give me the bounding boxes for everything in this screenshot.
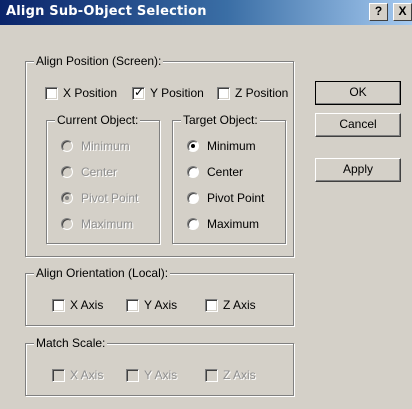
x-position-box[interactable]: [45, 86, 58, 100]
cancel-button[interactable]: Cancel: [315, 113, 401, 137]
match-scale-label: Match Scale:: [34, 336, 108, 350]
current-maximum-radio[interactable]: Maximum: [61, 217, 133, 231]
x-position-checkbox[interactable]: X Position: [45, 86, 117, 100]
align-position-label: Align Position (Screen):: [34, 54, 164, 68]
current-minimum-dot[interactable]: [61, 140, 73, 152]
target-pivot-point-dot[interactable]: [187, 192, 199, 204]
target-minimum-label: Minimum: [207, 139, 256, 153]
scale-y-axis-label: Y Axis: [144, 368, 178, 382]
target-center-radio[interactable]: Center: [187, 165, 243, 179]
orientation-z-axis-box[interactable]: [205, 298, 218, 312]
orientation-x-axis-checkbox[interactable]: X Axis: [52, 298, 103, 312]
target-center-label: Center: [207, 165, 244, 179]
z-position-checkbox[interactable]: Z Position: [217, 86, 288, 100]
scale-y-axis-box[interactable]: [126, 368, 139, 382]
align-orientation-label: Align Orientation (Local):: [34, 266, 171, 280]
target-pivot-point-label: Pivot Point: [207, 191, 265, 205]
target-object-group: Target Object: Minimum Center Pivot Poin…: [172, 113, 286, 244]
close-button[interactable]: X: [393, 3, 412, 21]
current-maximum-dot[interactable]: [61, 218, 73, 230]
current-maximum-label: Maximum: [81, 217, 134, 231]
ok-button[interactable]: OK: [315, 81, 401, 105]
y-position-label: Y Position: [150, 86, 204, 100]
current-pivot-point-label: Pivot Point: [81, 191, 139, 205]
target-minimum-radio[interactable]: Minimum: [187, 139, 256, 153]
scale-z-axis-box[interactable]: [205, 368, 218, 382]
target-object-label: Target Object:: [181, 113, 260, 127]
current-object-label: Current Object:: [55, 113, 141, 127]
current-center-dot[interactable]: [61, 166, 73, 178]
target-maximum-dot[interactable]: [187, 218, 199, 230]
current-pivot-point-dot[interactable]: [61, 192, 73, 204]
current-object-group: Current Object: Minimum Center Pivot Poi…: [46, 113, 160, 244]
orientation-z-axis-label: Z Axis: [223, 298, 256, 312]
target-minimum-dot[interactable]: [187, 140, 199, 152]
current-center-radio[interactable]: Center: [61, 165, 117, 179]
current-pivot-point-radio[interactable]: Pivot Point: [61, 191, 138, 205]
dialog-body: Align Position (Screen): X Position Y Po…: [0, 25, 412, 409]
scale-z-axis-label: Z Axis: [223, 368, 256, 382]
z-position-label: Z Position: [235, 86, 289, 100]
current-center-label: Center: [81, 165, 118, 179]
target-maximum-label: Maximum: [207, 217, 260, 231]
orientation-z-axis-checkbox[interactable]: Z Axis: [205, 298, 256, 312]
align-sub-object-dialog: Align Sub-Object Selection ? X Align Pos…: [0, 0, 412, 409]
y-position-box[interactable]: [132, 85, 145, 100]
target-center-dot[interactable]: [187, 166, 199, 178]
y-position-checkbox[interactable]: Y Position: [132, 85, 204, 100]
target-pivot-point-radio[interactable]: Pivot Point: [187, 191, 264, 205]
orientation-y-axis-checkbox[interactable]: Y Axis: [126, 298, 177, 312]
orientation-x-axis-label: X Axis: [70, 298, 104, 312]
scale-x-axis-label: X Axis: [70, 368, 104, 382]
orientation-x-axis-box[interactable]: [52, 298, 65, 312]
title-bar[interactable]: Align Sub-Object Selection ? X: [0, 0, 412, 25]
orientation-y-axis-box[interactable]: [126, 298, 139, 312]
match-scale-group: Match Scale: X Axis Y Axis Z Axis: [25, 336, 294, 396]
current-minimum-label: Minimum: [81, 139, 130, 153]
align-orientation-group: Align Orientation (Local): X Axis Y Axis…: [25, 266, 294, 326]
scale-x-axis-checkbox[interactable]: X Axis: [52, 368, 103, 382]
target-maximum-radio[interactable]: Maximum: [187, 217, 259, 231]
z-position-box[interactable]: [217, 86, 230, 100]
x-position-label: X Position: [63, 86, 118, 100]
scale-y-axis-checkbox[interactable]: Y Axis: [126, 368, 177, 382]
orientation-y-axis-label: Y Axis: [144, 298, 178, 312]
scale-x-axis-box[interactable]: [52, 368, 65, 382]
current-minimum-radio[interactable]: Minimum: [61, 139, 130, 153]
scale-z-axis-checkbox[interactable]: Z Axis: [205, 368, 256, 382]
help-button[interactable]: ?: [369, 3, 388, 21]
window-title: Align Sub-Object Selection: [6, 4, 207, 19]
apply-button[interactable]: Apply: [315, 158, 401, 182]
align-position-group: Align Position (Screen): X Position Y Po…: [25, 54, 294, 257]
